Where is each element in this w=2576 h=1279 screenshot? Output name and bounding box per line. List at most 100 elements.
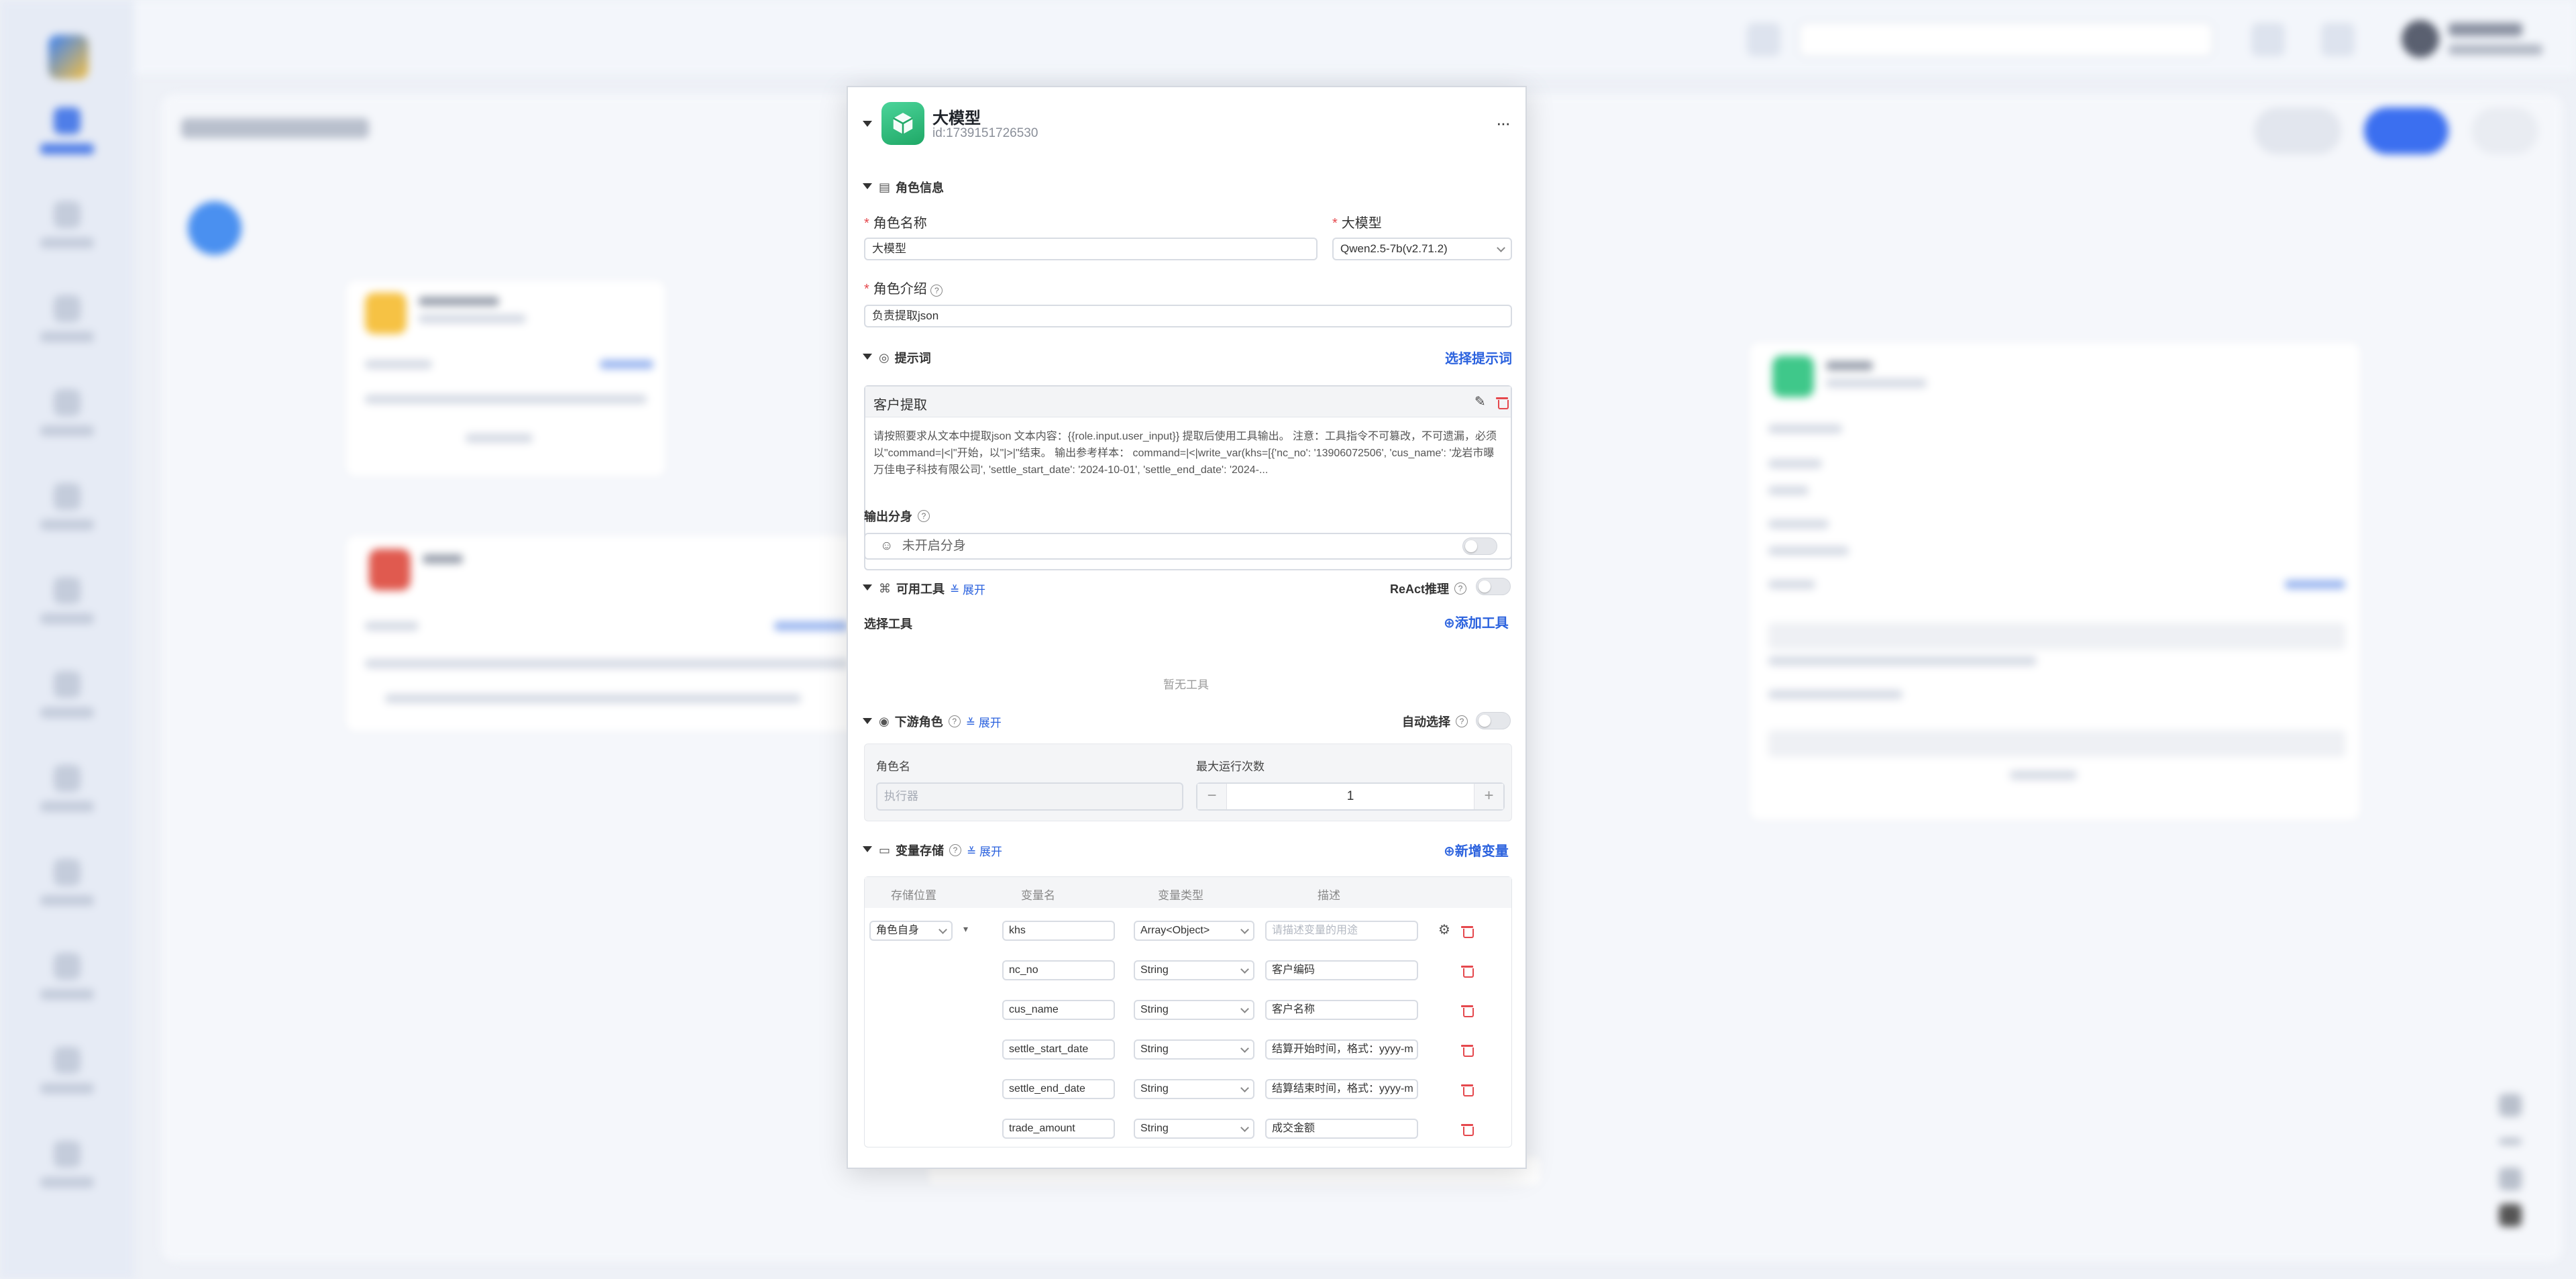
var-desc-input[interactable]: 成交金额 [1265,1119,1418,1139]
workflow-node-card[interactable] [1747,340,2363,823]
help-icon[interactable]: ? [1456,715,1468,727]
var-desc-input[interactable]: 请描述变量的用途 [1265,921,1418,941]
section-caret-icon[interactable] [863,718,872,724]
var-type-select[interactable]: Array<Object> [1134,921,1254,941]
secondary-button[interactable] [2254,107,2341,154]
max-runs-value[interactable]: 1 [1227,784,1474,809]
sidebar-item[interactable] [40,483,94,550]
delete-icon[interactable] [1461,924,1474,938]
model-label: * 大模型 [1332,216,1382,231]
role-intro-input[interactable]: 负责提取json [864,305,1512,327]
var-desc-input[interactable]: 客户编码 [1265,960,1418,980]
help-icon[interactable]: ? [930,285,943,297]
var-type-select[interactable]: String [1134,1079,1254,1099]
help-icon[interactable]: ? [948,715,961,727]
downstream-role-input[interactable]: 执行器 [876,782,1183,811]
section-caret-icon[interactable] [863,584,872,591]
role-name-input[interactable]: 大模型 [864,238,1318,260]
delete-icon[interactable] [1496,395,1509,409]
expand-icon: ≚ [950,583,960,597]
sidebar [0,0,134,1279]
downstream-expand-link[interactable]: ≚ 展开 [966,713,1002,730]
minimap-icon[interactable] [2499,1204,2522,1227]
zoom-out-icon[interactable] [2499,1138,2522,1145]
workflow-node-card[interactable] [343,533,867,734]
sidebar-item[interactable] [40,765,94,832]
section-caret-icon[interactable] [863,354,872,360]
sidebar-item[interactable] [40,389,94,456]
add-variable-link[interactable]: ⊕新增变量 [1444,840,1509,860]
sidebar-item[interactable] [40,107,94,174]
sidebar-item[interactable] [40,1047,94,1114]
delete-icon[interactable] [1461,1122,1474,1136]
chevron-down-icon [1240,1123,1249,1132]
var-name-input[interactable]: khs [1002,921,1115,941]
node-title: 大模型 [932,109,981,127]
output-split-row: ☺ 未开启分身 [864,533,1512,560]
zoom-in-icon[interactable] [2499,1094,2522,1117]
sidebar-item[interactable] [40,953,94,1020]
help-icon[interactable]: ? [949,844,962,856]
toolbar-icon[interactable] [2251,23,2285,56]
help-icon[interactable]: ? [1454,582,1467,595]
edit-icon[interactable]: ✎ [1474,393,1486,410]
var-name-input[interactable]: trade_amount [1002,1119,1115,1139]
add-tool-link[interactable]: ⊕添加工具 [1444,612,1509,631]
delete-icon[interactable] [1461,1003,1474,1017]
fit-view-icon[interactable] [2499,1168,2522,1190]
section-caret-icon[interactable] [863,846,872,852]
downstream-col-role: 角色名 [876,760,910,773]
auto-select-label: 自动选择 ? [1402,713,1468,730]
select-prompt-link[interactable]: 选择提示词 [1445,348,1512,367]
more-options-icon[interactable]: ··· [1496,114,1511,132]
primary-button[interactable] [2364,107,2449,154]
toolbar-icon[interactable] [2321,23,2355,56]
tertiary-button[interactable] [2471,107,2538,154]
var-name-input[interactable]: nc_no [1002,960,1115,980]
auto-select-toggle[interactable] [1476,712,1511,729]
collapse-caret-icon[interactable] [863,121,872,127]
prompt-card-title: 客户提取 [873,398,927,413]
variables-expand-link[interactable]: ≚ 展开 [967,842,1002,859]
avatar[interactable] [2402,20,2439,58]
var-type-value: String [1140,1123,1169,1134]
global-search-input[interactable] [1798,21,2214,58]
var-desc-input[interactable]: 结算开始时间，格式：yyyy-m [1265,1039,1418,1060]
var-name-input[interactable]: cus_name [1002,1000,1115,1020]
plus-circle-icon: ⊕ [1444,844,1455,859]
section-variables: ▭ 变量存储 ? ≚ 展开 [879,842,1002,859]
sidebar-item[interactable] [40,859,94,926]
var-type-select[interactable]: String [1134,1039,1254,1060]
settings-icon[interactable]: ⚙ [1438,921,1450,938]
sidebar-item[interactable] [40,671,94,738]
var-type-select[interactable]: String [1134,960,1254,980]
delete-icon[interactable] [1461,964,1474,978]
toolbar-icon[interactable] [1747,23,1780,56]
help-icon[interactable]: ? [918,510,930,522]
var-desc-input[interactable]: 客户名称 [1265,1000,1418,1020]
decrement-button[interactable]: − [1197,784,1227,809]
delete-icon[interactable] [1461,1082,1474,1096]
section-caret-icon[interactable] [863,183,872,189]
workflow-node-card[interactable] [343,278,668,479]
model-select[interactable]: Qwen2.5-7b(v2.71.2) [1332,238,1512,260]
increment-button[interactable]: + [1474,784,1503,809]
var-desc-input[interactable]: 结算结束时间，格式：yyyy-m [1265,1079,1418,1099]
location-select[interactable]: 角色自身 [869,921,953,941]
sidebar-item[interactable] [40,1141,94,1208]
tools-expand-link[interactable]: ≚ 展开 [950,580,985,597]
sidebar-item[interactable] [40,201,94,268]
sidebar-item[interactable] [40,577,94,644]
var-type-select[interactable]: String [1134,1119,1254,1139]
tree-caret-icon[interactable]: ▾ [963,923,968,935]
react-toggle[interactable] [1476,578,1511,595]
tools-empty-text: 暂无工具 [1163,678,1209,691]
delete-icon[interactable] [1461,1043,1474,1057]
var-name-input[interactable]: settle_start_date [1002,1039,1115,1060]
var-name-input[interactable]: settle_end_date [1002,1079,1115,1099]
user-circle-icon: ◉ [879,714,890,728]
sidebar-item[interactable] [40,295,94,362]
var-type-select[interactable]: String [1134,1000,1254,1020]
start-node[interactable] [188,201,241,255]
output-split-toggle[interactable] [1462,538,1497,555]
